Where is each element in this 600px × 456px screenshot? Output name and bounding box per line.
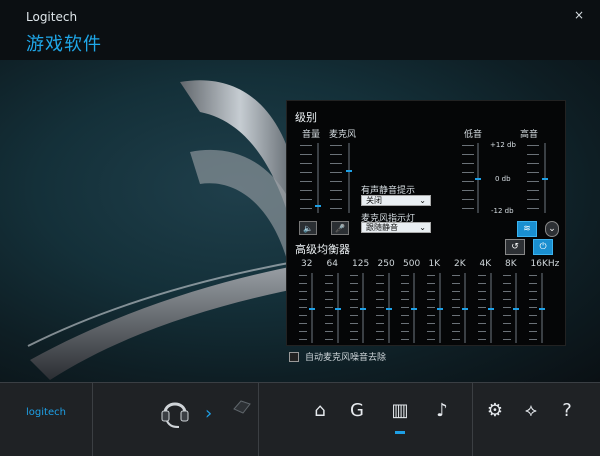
eq-frequency-label: 500 xyxy=(403,259,421,269)
bass-ticks xyxy=(462,145,474,217)
eq-frequency-label: 125 xyxy=(352,259,370,269)
logitech-gaming-software-window: Logitech 游戏软件 × 自动麦克风噪音去除 级别 音量 麦克风 低音 高… xyxy=(0,0,600,456)
secondary-device-icon[interactable] xyxy=(232,397,252,417)
reset-icon: ↺ xyxy=(511,242,519,252)
surround-icon: ≋ xyxy=(523,224,531,234)
eq-ticks xyxy=(299,275,307,347)
home-icon[interactable]: ⌂ xyxy=(306,395,334,425)
eq-ticks xyxy=(350,275,358,347)
eq-frequency-label: 32 xyxy=(301,259,313,269)
mixer-icon[interactable]: ▥ xyxy=(386,395,414,425)
eq-slider-thumb[interactable] xyxy=(334,308,341,310)
settings-gear-icon[interactable]: ⚙ xyxy=(481,395,509,425)
chevron-down-icon: ⌄ xyxy=(419,196,426,205)
eq-slider-thumb[interactable] xyxy=(309,308,315,310)
eq-ticks xyxy=(528,275,537,347)
headset-device-icon[interactable] xyxy=(157,391,193,431)
eq-slider-thumb[interactable] xyxy=(462,308,468,310)
eq-ticks xyxy=(452,275,460,347)
brand-label: Logitech xyxy=(26,10,78,24)
eq-slider-thumb[interactable] xyxy=(487,308,494,310)
eq-slider-thumb[interactable] xyxy=(436,308,443,310)
eq-frequency-label: 2K xyxy=(454,259,466,269)
chevron-down-icon: ⌄ xyxy=(548,224,556,234)
treble-slider-thumb[interactable] xyxy=(542,178,548,180)
treble-label: 高音 xyxy=(520,130,539,140)
eq-slider-thumb[interactable] xyxy=(411,308,417,310)
logitech-logo: logitech xyxy=(26,407,66,418)
help-icon[interactable]: ? xyxy=(553,395,581,425)
surround-dropdown-button[interactable]: ⌄ xyxy=(545,221,559,237)
settings-panel: 级别 音量 麦克风 低音 高音 +12 db 0 db -12 db 有声静音提… xyxy=(286,100,566,346)
eq-slider-thumb[interactable] xyxy=(385,308,392,310)
mic-mute-button[interactable]: 🎤 xyxy=(331,221,349,235)
treble-ticks xyxy=(527,145,539,217)
g-keys-icon[interactable]: G xyxy=(343,395,371,425)
eq-title: 高级均衡器 xyxy=(295,243,350,256)
speaker-mute-icon: 🔈 xyxy=(303,223,313,233)
eq-ticks xyxy=(375,275,384,347)
eq-slider-thumb[interactable] xyxy=(360,308,366,310)
eq-ticks xyxy=(401,275,409,347)
noise-reduction-label: 自动麦克风噪音去除 xyxy=(305,353,387,363)
surround-button[interactable]: ≋ xyxy=(517,221,537,237)
chevron-down-icon: ⌄ xyxy=(419,223,426,232)
mute-prompt-value: 关闭 xyxy=(366,196,382,205)
bass-db-mid: 0 db xyxy=(495,175,511,183)
mic-slider-track[interactable] xyxy=(348,143,350,213)
audio-icon[interactable]: ♪ xyxy=(428,395,456,425)
active-tab-indicator xyxy=(395,431,405,434)
bass-label: 低音 xyxy=(464,130,483,140)
eq-frequency-label: 4K xyxy=(479,259,492,269)
volume-slider-track[interactable] xyxy=(317,143,319,213)
eq-frequency-label: 250 xyxy=(377,259,395,269)
noise-reduction-row[interactable]: 自动麦克风噪音去除 xyxy=(289,350,386,363)
eq-ticks xyxy=(503,275,511,347)
speaker-mute-button[interactable]: 🔈 xyxy=(299,221,317,235)
bass-db-top: +12 db xyxy=(490,141,516,149)
eq-power-button[interactable]: ⏻ xyxy=(533,239,553,255)
eq-reset-button[interactable]: ↺ xyxy=(505,239,525,255)
eq-frequency-label: 16KHz xyxy=(530,259,560,269)
eq-slider-thumb[interactable] xyxy=(538,308,545,310)
volume-ticks xyxy=(300,145,312,217)
bottom-navigation-bar: logitech › ⌂ G ▥ ♪ ⚙ ⟡ ? xyxy=(0,382,600,456)
mute-prompt-dropdown[interactable]: 关闭 ⌄ xyxy=(361,195,431,206)
mic-label: 麦克风 xyxy=(329,130,357,140)
volume-label: 音量 xyxy=(302,130,321,140)
eq-ticks xyxy=(477,275,486,347)
levels-title: 级别 xyxy=(295,111,317,124)
eq-ticks xyxy=(426,275,435,347)
bass-slider-thumb[interactable] xyxy=(475,178,481,180)
eq-slider-thumb[interactable] xyxy=(513,308,519,310)
close-icon[interactable]: × xyxy=(574,8,584,22)
eq-frequency-label: 64 xyxy=(326,259,338,269)
mic-indicator-dropdown[interactable]: 跟随静音 ⌄ xyxy=(361,222,431,233)
eq-frequency-label: 1K xyxy=(428,259,441,269)
noise-reduction-checkbox[interactable] xyxy=(289,351,299,362)
share-icon[interactable]: ⟡ xyxy=(517,395,545,425)
eq-frequency-label: 8K xyxy=(505,259,517,269)
volume-slider-thumb[interactable] xyxy=(315,204,321,207)
power-icon: ⏻ xyxy=(539,242,547,252)
mic-indicator-value: 跟随静音 xyxy=(366,223,398,232)
mic-mute-icon: 🎤 xyxy=(335,223,345,233)
mic-slider-thumb[interactable] xyxy=(346,169,352,172)
eq-ticks xyxy=(324,275,333,347)
next-device-icon[interactable]: › xyxy=(205,403,212,424)
product-title: 游戏软件 xyxy=(26,34,102,55)
mic-ticks xyxy=(330,145,342,217)
bass-db-bottom: -12 db xyxy=(491,207,514,215)
